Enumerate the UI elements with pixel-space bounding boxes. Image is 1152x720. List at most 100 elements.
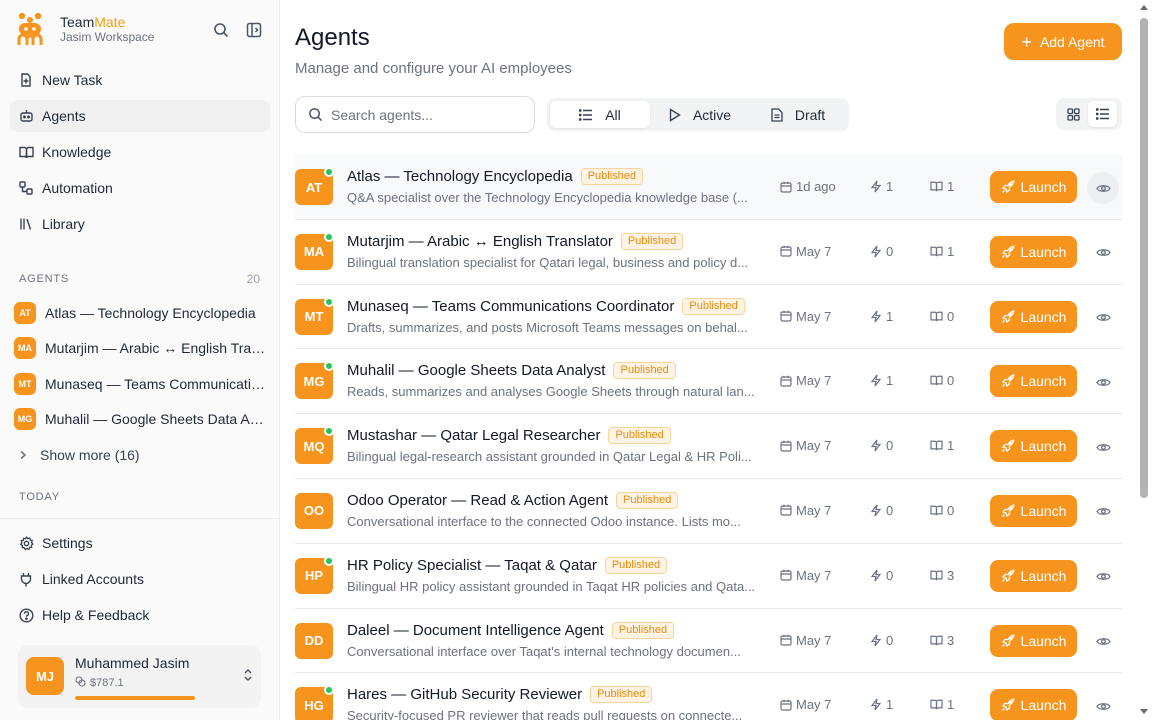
calendar-icon	[780, 245, 792, 257]
agent-description: Conversational interface over Taqat's in…	[347, 643, 741, 659]
workspace-name: Jasim Workspace	[60, 30, 155, 44]
eye-icon	[1095, 701, 1111, 712]
book-icon	[18, 144, 34, 160]
launch-button[interactable]: Launch	[990, 494, 1077, 527]
bolt-icon	[870, 245, 882, 258]
nav-linked-accounts[interactable]: Linked Accounts	[10, 563, 270, 595]
agent-knowledge: 0	[930, 503, 954, 518]
agent-row[interactable]: DD Daleel — Document Intelligence Agent Pu…	[295, 609, 1122, 674]
agent-updated: May 7	[780, 438, 831, 453]
bolt-icon	[870, 374, 882, 387]
view-agent-button[interactable]	[1087, 626, 1119, 658]
agent-table: AT Atlas — Technology Encyclopedia Publish…	[295, 155, 1122, 720]
online-status-dot	[324, 167, 334, 177]
filter-active[interactable]: Active	[650, 101, 750, 128]
agent-date: May 7	[796, 438, 832, 454]
grid-view-button[interactable]	[1059, 101, 1088, 127]
user-menu[interactable]: MJ Muhammed Jasim $787.1	[18, 645, 261, 708]
agent-knowledge: 1	[930, 179, 954, 194]
agent-name[interactable]: HR Policy Specialist — Taqat & Qatar	[347, 557, 597, 574]
view-agent-button[interactable]	[1087, 237, 1119, 269]
rocket-icon	[1001, 245, 1015, 259]
eye-icon	[1095, 183, 1111, 194]
agent-updated: May 7	[780, 309, 831, 324]
runs-count: 0	[886, 438, 894, 454]
nav-new-task[interactable]: New Task	[10, 64, 270, 96]
sidebar-agent-item[interactable]: AT Atlas — Technology Encyclopedia	[14, 295, 270, 331]
launch-button[interactable]: Launch	[990, 300, 1077, 333]
filter-draft[interactable]: Draft	[750, 101, 846, 128]
agent-name[interactable]: Odoo Operator — Read & Action Agent	[347, 492, 608, 509]
nav-label: Knowledge	[42, 144, 112, 160]
agent-name[interactable]: Mustashar — Qatar Legal Researcher	[347, 427, 600, 444]
nav-settings[interactable]: Settings	[10, 527, 270, 559]
agent-name[interactable]: Mutarjim — Arabic ↔ English Translator	[347, 233, 613, 250]
agent-name[interactable]: Atlas — Technology Encyclopedia	[347, 168, 573, 185]
nav-knowledge[interactable]: Knowledge	[10, 136, 270, 168]
knowledge-count: 0	[947, 308, 955, 324]
view-agent-button[interactable]	[1087, 431, 1119, 463]
launch-button[interactable]: Launch	[990, 624, 1077, 657]
toggle-sidebar-button[interactable]	[244, 20, 264, 40]
view-agent-button[interactable]	[1087, 690, 1119, 720]
scroll-down-arrow-icon[interactable]	[1140, 709, 1148, 714]
nav-automation[interactable]: Automation	[10, 172, 270, 204]
agent-date: May 7	[796, 632, 832, 648]
document-icon	[771, 107, 783, 122]
launch-button[interactable]: Launch	[990, 689, 1077, 720]
view-agent-button[interactable]	[1087, 172, 1119, 204]
agent-row[interactable]: HP HR Policy Specialist — Taqat & Qatar Pu…	[295, 544, 1122, 609]
agents-section-label: AGENTS	[19, 273, 70, 285]
filter-all[interactable]: All	[550, 101, 650, 128]
sidebar-agent-item[interactable]: MT Munaseq — Teams Communications Coordi…	[14, 366, 270, 402]
launch-button[interactable]: Launch	[990, 559, 1077, 592]
runs-count: 0	[886, 243, 894, 259]
launch-button[interactable]: Launch	[990, 235, 1077, 268]
knowledge-count: 3	[947, 632, 955, 648]
sidebar-agent-item[interactable]: MA Mutarjim — Arabic ↔ English Translato…	[14, 331, 270, 367]
view-agent-button[interactable]	[1087, 496, 1119, 528]
scroll-up-arrow-icon[interactable]	[1140, 5, 1148, 10]
agent-row[interactable]: MQ Mustashar — Qatar Legal Researcher Publ…	[295, 414, 1122, 479]
launch-button[interactable]: Launch	[990, 430, 1077, 463]
sidebar-agent-item[interactable]: MG Muhalil — Google Sheets Data Analyst	[14, 402, 270, 438]
agent-name[interactable]: Munaseq — Teams Communications Coordinat…	[347, 298, 674, 315]
calendar-icon	[780, 569, 792, 581]
agent-row[interactable]: MG Muhalil — Google Sheets Data Analyst Pu…	[295, 349, 1122, 415]
eye-icon	[1095, 442, 1111, 453]
nav-help[interactable]: Help & Feedback	[10, 599, 270, 631]
agent-row[interactable]: AT Atlas — Technology Encyclopedia Publish…	[295, 155, 1122, 220]
launch-button[interactable]: Launch	[990, 365, 1077, 398]
rocket-icon	[1001, 310, 1015, 324]
agent-row[interactable]: MA Mutarjim — Arabic ↔ English Translator…	[295, 220, 1122, 285]
status-badge: Published	[590, 686, 653, 704]
agent-description: Drafts, summarizes, and posts Microsoft …	[347, 319, 748, 335]
agent-avatar: AT	[14, 301, 36, 324]
search-button[interactable]	[211, 20, 231, 40]
agent-runs: 0	[870, 244, 893, 259]
credit-balance: $787.1	[75, 676, 124, 690]
agent-name[interactable]: Hares — GitHub Security Reviewer	[347, 686, 582, 703]
view-agent-button[interactable]	[1087, 561, 1119, 593]
scrollbar[interactable]	[1136, 0, 1152, 720]
launch-button[interactable]: Launch	[990, 171, 1077, 203]
agent-name[interactable]: Daleel — Document Intelligence Agent	[347, 622, 604, 639]
nav-library[interactable]: Library	[10, 208, 270, 240]
launch-label: Launch	[1020, 438, 1067, 455]
agent-row[interactable]: MT Munaseq — Teams Communications Coordin…	[295, 285, 1122, 350]
brand[interactable]: TeamMate Jasim Workspace	[16, 12, 154, 46]
bolt-icon	[870, 634, 882, 647]
agent-row[interactable]: HG Hares — GitHub Security Reviewer Publis…	[295, 673, 1122, 720]
nav-agents[interactable]: Agents	[10, 100, 270, 132]
add-agent-button[interactable]: + Add Agent	[1004, 23, 1122, 60]
scroll-thumb[interactable]	[1140, 18, 1148, 498]
show-more-button[interactable]: Show more (16)	[14, 437, 270, 473]
agent-row[interactable]: OO Odoo Operator — Read & Action Agent Pub…	[295, 479, 1122, 544]
search-input[interactable]	[331, 106, 521, 123]
view-agent-button[interactable]	[1087, 366, 1119, 398]
agent-name[interactable]: Muhalil — Google Sheets Data Analyst	[347, 362, 605, 379]
list-view-button[interactable]	[1088, 101, 1117, 127]
agent-updated: May 7	[780, 244, 831, 259]
view-agent-button[interactable]	[1087, 302, 1119, 334]
view-toggle	[1056, 98, 1122, 130]
